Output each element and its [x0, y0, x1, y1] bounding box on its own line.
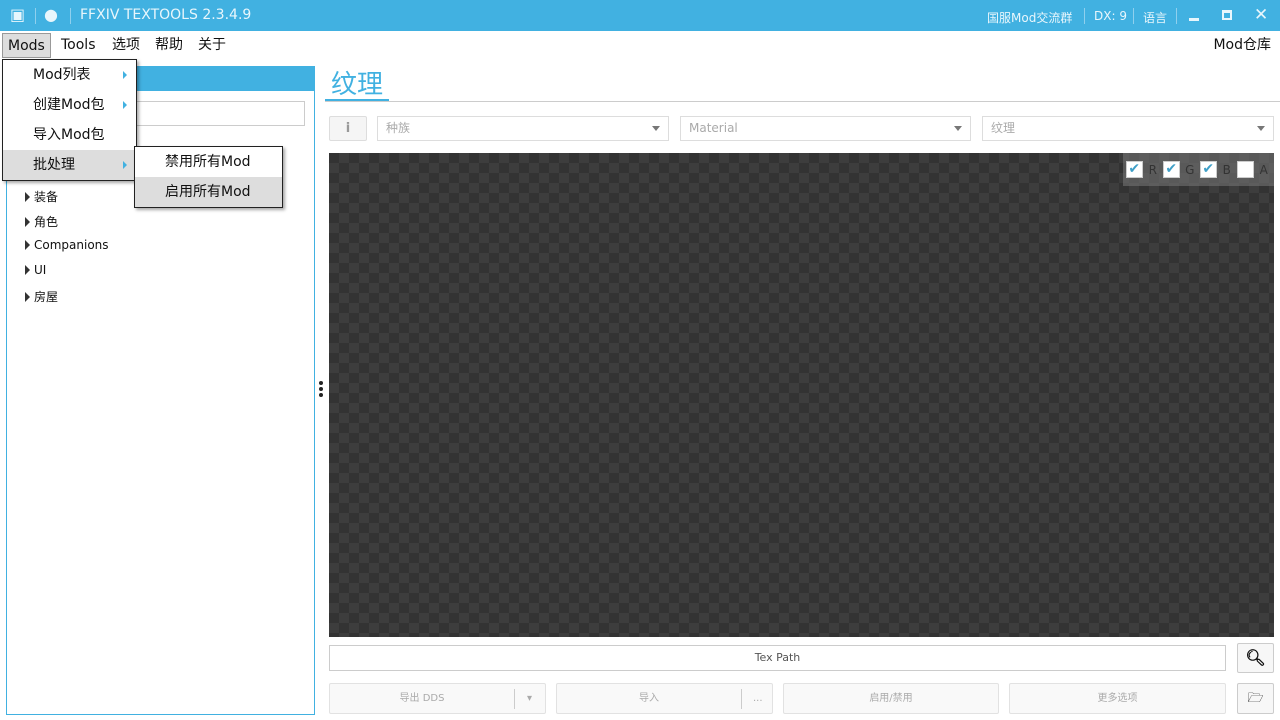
- dropdown-value: 种族: [386, 121, 411, 135]
- chevron-down-icon: [652, 126, 660, 131]
- community-link[interactable]: 国服Mod交流群: [987, 9, 1072, 26]
- dropdown-value: 纹理: [991, 121, 1016, 135]
- submenu-arrow-icon: [123, 161, 127, 169]
- divider: [325, 101, 1280, 102]
- search-icon[interactable]: 🔍︎: [1237, 643, 1274, 673]
- menu-tools[interactable]: Tools: [56, 33, 101, 58]
- menu-item-label: 创建Mod包: [33, 97, 105, 113]
- menu-item-create-modpack[interactable]: 创建Mod包: [3, 90, 136, 120]
- title-bar: ▣ ● FFXIV TEXTOOLS 2.3.4.9 国服Mod交流群 DX: …: [0, 0, 1280, 31]
- tex-path-input[interactable]: Tex Path: [329, 645, 1226, 671]
- menu-item-disable-all[interactable]: 禁用所有Mod: [135, 147, 282, 177]
- app-title: FFXIV TEXTOOLS 2.3.4.9: [80, 7, 252, 23]
- menu-mods[interactable]: Mods: [2, 33, 51, 58]
- button-label: 导出 DDS: [399, 693, 445, 704]
- menu-item-enable-all[interactable]: 启用所有Mod: [135, 177, 282, 207]
- texture-preview[interactable]: ✔ R ✔ G ✔ B A: [329, 153, 1274, 637]
- export-dds-button[interactable]: 导出 DDS ▾: [329, 683, 546, 714]
- checkbox-b[interactable]: ✔: [1200, 161, 1217, 178]
- texture-dropdown[interactable]: 纹理: [982, 116, 1274, 141]
- tree-label: 角色: [34, 215, 59, 229]
- expand-icon: [25, 216, 30, 227]
- discord-icon[interactable]: ▣: [10, 5, 25, 24]
- splitter-handle[interactable]: [319, 381, 324, 399]
- menu-help[interactable]: 帮助: [150, 33, 188, 58]
- button-label: 导入: [639, 693, 659, 704]
- chevron-down-icon: [1257, 126, 1265, 131]
- toggle-mod-button[interactable]: 启用/禁用: [783, 683, 999, 714]
- checkbox-g[interactable]: ✔: [1163, 161, 1180, 178]
- menu-item-label: 导入Mod包: [33, 127, 105, 143]
- dropdown-value: Material: [689, 121, 738, 135]
- mods-dropdown-menu: Mod列表 创建Mod包 导入Mod包 批处理: [2, 59, 137, 181]
- info-button[interactable]: i: [329, 116, 367, 141]
- tree-label: 装备: [34, 190, 59, 204]
- channel-label: B: [1222, 162, 1231, 177]
- submenu-arrow-icon: [123, 101, 127, 109]
- batch-submenu: 禁用所有Mod 启用所有Mod: [134, 146, 283, 208]
- menu-item-import-modpack[interactable]: 导入Mod包: [3, 120, 136, 150]
- checkbox-r[interactable]: ✔: [1126, 161, 1143, 178]
- channel-label: G: [1185, 162, 1195, 177]
- tree-item-housing[interactable]: 房屋: [25, 288, 58, 305]
- expand-icon: [25, 265, 30, 275]
- race-dropdown[interactable]: 种族: [377, 116, 669, 141]
- mod-repository-button[interactable]: Mod仓库: [1208, 33, 1276, 58]
- chevron-down-icon[interactable]: ▾: [527, 684, 532, 713]
- minimize-icon[interactable]: [1189, 18, 1199, 21]
- expand-icon: [25, 191, 30, 202]
- tree-item-companions[interactable]: Companions: [25, 238, 109, 252]
- tree-item-ui[interactable]: UI: [25, 263, 46, 277]
- tree-label: Companions: [34, 238, 109, 252]
- language-button[interactable]: 语言: [1143, 9, 1167, 26]
- menu-item-label: Mod列表: [33, 67, 91, 83]
- menu-about[interactable]: 关于: [193, 33, 231, 58]
- close-icon[interactable]: ✕: [1254, 5, 1268, 25]
- folder-open-icon[interactable]: 🗁: [1237, 683, 1274, 714]
- menu-item-mod-list[interactable]: Mod列表: [3, 60, 136, 90]
- material-dropdown[interactable]: Material: [680, 116, 971, 141]
- channel-label: R: [1148, 162, 1157, 177]
- import-more-button[interactable]: ...: [753, 684, 763, 713]
- chevron-down-icon: [954, 126, 962, 131]
- maximize-icon[interactable]: [1222, 10, 1232, 20]
- more-options-button[interactable]: 更多选项: [1009, 683, 1226, 714]
- menu-item-label: 批处理: [33, 157, 75, 173]
- tree-item-gear[interactable]: 装备: [25, 188, 58, 205]
- channel-toggles: ✔ R ✔ G ✔ B A: [1123, 153, 1274, 186]
- tree-label: 房屋: [34, 290, 59, 304]
- tree-label: UI: [34, 263, 47, 277]
- import-button[interactable]: 导入 ...: [556, 683, 773, 714]
- tree-item-character[interactable]: 角色: [25, 213, 58, 230]
- expand-icon: [25, 291, 30, 302]
- menu-options[interactable]: 选项: [107, 33, 145, 58]
- page-title[interactable]: 纹理: [331, 64, 383, 101]
- checkbox-a[interactable]: [1237, 161, 1254, 178]
- expand-icon: [25, 240, 30, 250]
- github-icon[interactable]: ●: [44, 5, 58, 24]
- submenu-arrow-icon: [123, 71, 127, 79]
- channel-label: A: [1259, 162, 1268, 177]
- menu-item-batch[interactable]: 批处理: [3, 150, 136, 180]
- menu-bar: Mods Tools 选项 帮助 关于 Mod仓库: [0, 31, 1280, 58]
- dx-version[interactable]: DX: 9: [1094, 9, 1127, 23]
